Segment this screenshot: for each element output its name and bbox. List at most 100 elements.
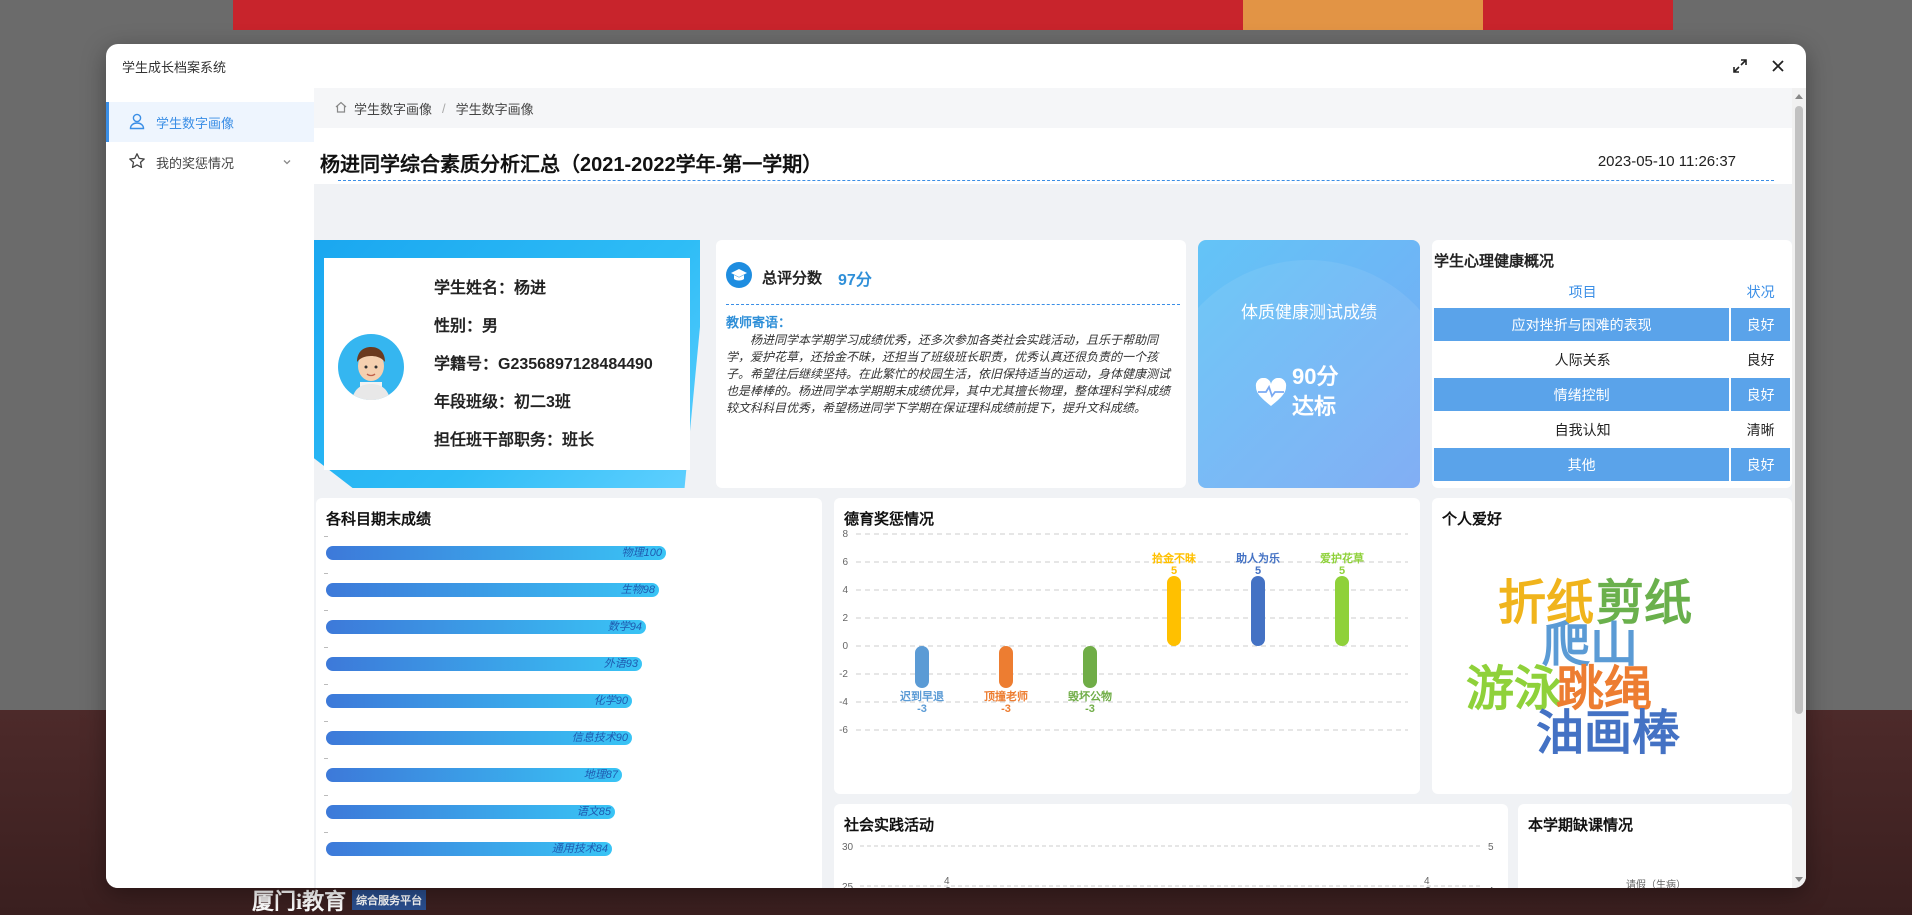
- comment-label: 教师寄语：: [726, 315, 792, 330]
- grade-bar-row: 外语93: [326, 657, 642, 671]
- table-row: 应对挫折与困难的表现 良好: [1434, 308, 1790, 341]
- grades-panel: 各科目期末成绩 物理100 生物98 数学94 外语93 化学90 信息技术90 地理87 语…: [316, 498, 822, 888]
- grade-bar-row: 物理100: [326, 546, 666, 560]
- data-label: -3: [917, 703, 927, 715]
- grade-bar: 生物98: [326, 583, 659, 597]
- grade-bar-label: 数学94: [607, 621, 642, 633]
- axis-tick: [324, 684, 328, 685]
- grade-bar-row: 信息技术90: [326, 731, 632, 745]
- bar: [1167, 576, 1181, 646]
- absence-panel: 本学期缺课情况 请假（生病） 4: [1518, 804, 1792, 888]
- sidebar-item-digital-portrait[interactable]: 学生数字画像: [106, 102, 314, 142]
- table-row: 其他 良好: [1434, 448, 1790, 481]
- grade-bar: 数学94: [326, 620, 646, 634]
- scroll-thumb[interactable]: [1795, 106, 1803, 714]
- y-tick-label: 30: [842, 842, 854, 853]
- bar: [1335, 576, 1349, 646]
- table-cell: 人际关系: [1554, 351, 1611, 368]
- grade-bar-row: 生物98: [326, 583, 659, 597]
- y-tick-label: -6: [839, 725, 848, 736]
- y-tick-label: -4: [839, 697, 848, 708]
- y-tick-label: 25: [842, 882, 854, 888]
- table-cell: 清晰: [1746, 421, 1775, 438]
- grade-bar: 信息技术90: [326, 731, 632, 745]
- grade-bar-label: 信息技术90: [571, 732, 628, 744]
- table-row: 人际关系 良好: [1434, 343, 1790, 376]
- grade-bar: 化学90: [326, 694, 632, 708]
- score-label: 总评分数: [762, 270, 823, 287]
- scroll-down-arrow[interactable]: [1795, 877, 1803, 882]
- grade-bar-row: 化学90: [326, 694, 632, 708]
- health-title: 体质健康测试成绩: [1241, 303, 1377, 322]
- home-icon: [334, 100, 348, 117]
- table-cell: 良好: [1746, 351, 1775, 368]
- axis-tick: [324, 647, 328, 648]
- hobby-word: 油画棒: [1536, 707, 1681, 760]
- sidebar-item-label: 学生数字画像: [156, 115, 235, 131]
- grade-bar-row: 地理87: [326, 768, 622, 782]
- absence-chart: 请假（生病） 4: [1626, 878, 1686, 888]
- modal-window: 学生成长档案系统 学生数字画像 我的奖惩情况 学生数字画像 / 学生数字画像 杨…: [106, 44, 1806, 888]
- data-label: 4: [944, 876, 950, 887]
- page-timestamp: 2023-05-10 11:26:37: [1597, 153, 1736, 170]
- table-cell: 良好: [1731, 448, 1790, 481]
- y-tick-label: 4: [842, 585, 848, 596]
- grade-bar-label: 语文85: [576, 806, 611, 818]
- scrollbar[interactable]: [1792, 88, 1806, 888]
- hobby-title: 个人爱好: [1442, 511, 1503, 528]
- table-row: 自我认知 清晰: [1434, 413, 1790, 446]
- axis-tick: [324, 795, 328, 796]
- close-icon[interactable]: [1766, 54, 1790, 78]
- table-cell: 应对挫折与困难的表现: [1434, 308, 1732, 341]
- logo-tag: 综合服务平台: [352, 890, 427, 910]
- grade-bar-row: 数学94: [326, 620, 646, 634]
- y-tick-label: 5: [1488, 842, 1494, 853]
- logo-text: 厦门i教育: [252, 889, 347, 914]
- slice-label: 请假（生病）: [1626, 878, 1686, 888]
- mental-health-table: 项目 状况 应对挫折与困难的表现 良好 人际关系 良好 情绪控制 良好 自我认知 清晰 其…: [1434, 276, 1790, 483]
- profile-card-body: 学生姓名：杨进 性别：男 学籍号：G2356897128484490 年段班级：…: [324, 258, 690, 470]
- score-value: 97分: [838, 271, 872, 289]
- breadcrumb: 学生数字画像 / 学生数字画像: [314, 88, 1792, 128]
- y-tick-label: 6: [842, 557, 848, 568]
- grade-bar: 通用技术84: [326, 842, 612, 856]
- grade-bar: 外语93: [326, 657, 642, 671]
- profile-card: 学生姓名：杨进 性别：男 学籍号：G2356897128484490 年段班级：…: [314, 240, 700, 488]
- data-label: -3: [1001, 703, 1011, 715]
- y-tick-label: 0: [842, 641, 848, 652]
- graduation-cap-icon: [726, 262, 752, 293]
- scroll-up-arrow[interactable]: [1795, 94, 1803, 99]
- category-label: 助人为乐: [1236, 551, 1280, 565]
- category-label: 顶撞老师: [984, 689, 1028, 703]
- data-label: 4: [1424, 876, 1430, 887]
- bar: [915, 646, 929, 688]
- health-status: 达标: [1292, 394, 1337, 419]
- moral-panel: 德育奖惩情况 8 6 4 2 0 -2 -4 -6 迟到早退 -3 顶撞老师 -3 毁坏公物 -3 拾金不昧…: [834, 498, 1420, 794]
- star-icon: [128, 152, 146, 173]
- axis-tick: [324, 832, 328, 833]
- student-duty: 担任班干部职务：班长: [434, 432, 595, 449]
- background-logo: 厦门i教育 综合服务平台: [252, 885, 427, 915]
- maximize-icon[interactable]: [1728, 54, 1752, 78]
- axis-tick: [324, 536, 328, 537]
- data-point: [945, 887, 951, 888]
- sidebar: 学生数字画像 我的奖惩情况: [106, 88, 314, 888]
- y-tick-label: 2: [842, 613, 848, 624]
- data-label: 5: [1255, 565, 1261, 577]
- student-id: 学籍号：G2356897128484490: [434, 356, 653, 373]
- modal-header: 学生成长档案系统: [106, 44, 1806, 88]
- bar: [1251, 576, 1265, 646]
- axis-tick: [324, 610, 328, 611]
- table-cell: 其他: [1434, 448, 1732, 481]
- breadcrumb-home[interactable]: 学生数字画像: [354, 99, 432, 118]
- grade-bar-label: 化学90: [593, 695, 628, 707]
- grade-bar-row: 语文85: [326, 805, 615, 819]
- score-divider: [726, 304, 1180, 305]
- teacher-comment: 杨进同学本学期学习成绩优秀，还多次参加各类社会实践活动，且乐于帮助同学，爱护花草…: [726, 333, 1171, 415]
- sidebar-item-awards[interactable]: 我的奖惩情况: [106, 142, 314, 182]
- category-label: 迟到早退: [900, 689, 944, 703]
- main-content: 学生数字画像 / 学生数字画像 杨进同学综合素质分析汇总（2021-2022学年…: [314, 88, 1792, 888]
- table-row: 情绪控制 良好: [1434, 378, 1790, 411]
- table-header: 项目: [1568, 284, 1597, 300]
- grades-title: 各科目期末成绩: [326, 511, 432, 528]
